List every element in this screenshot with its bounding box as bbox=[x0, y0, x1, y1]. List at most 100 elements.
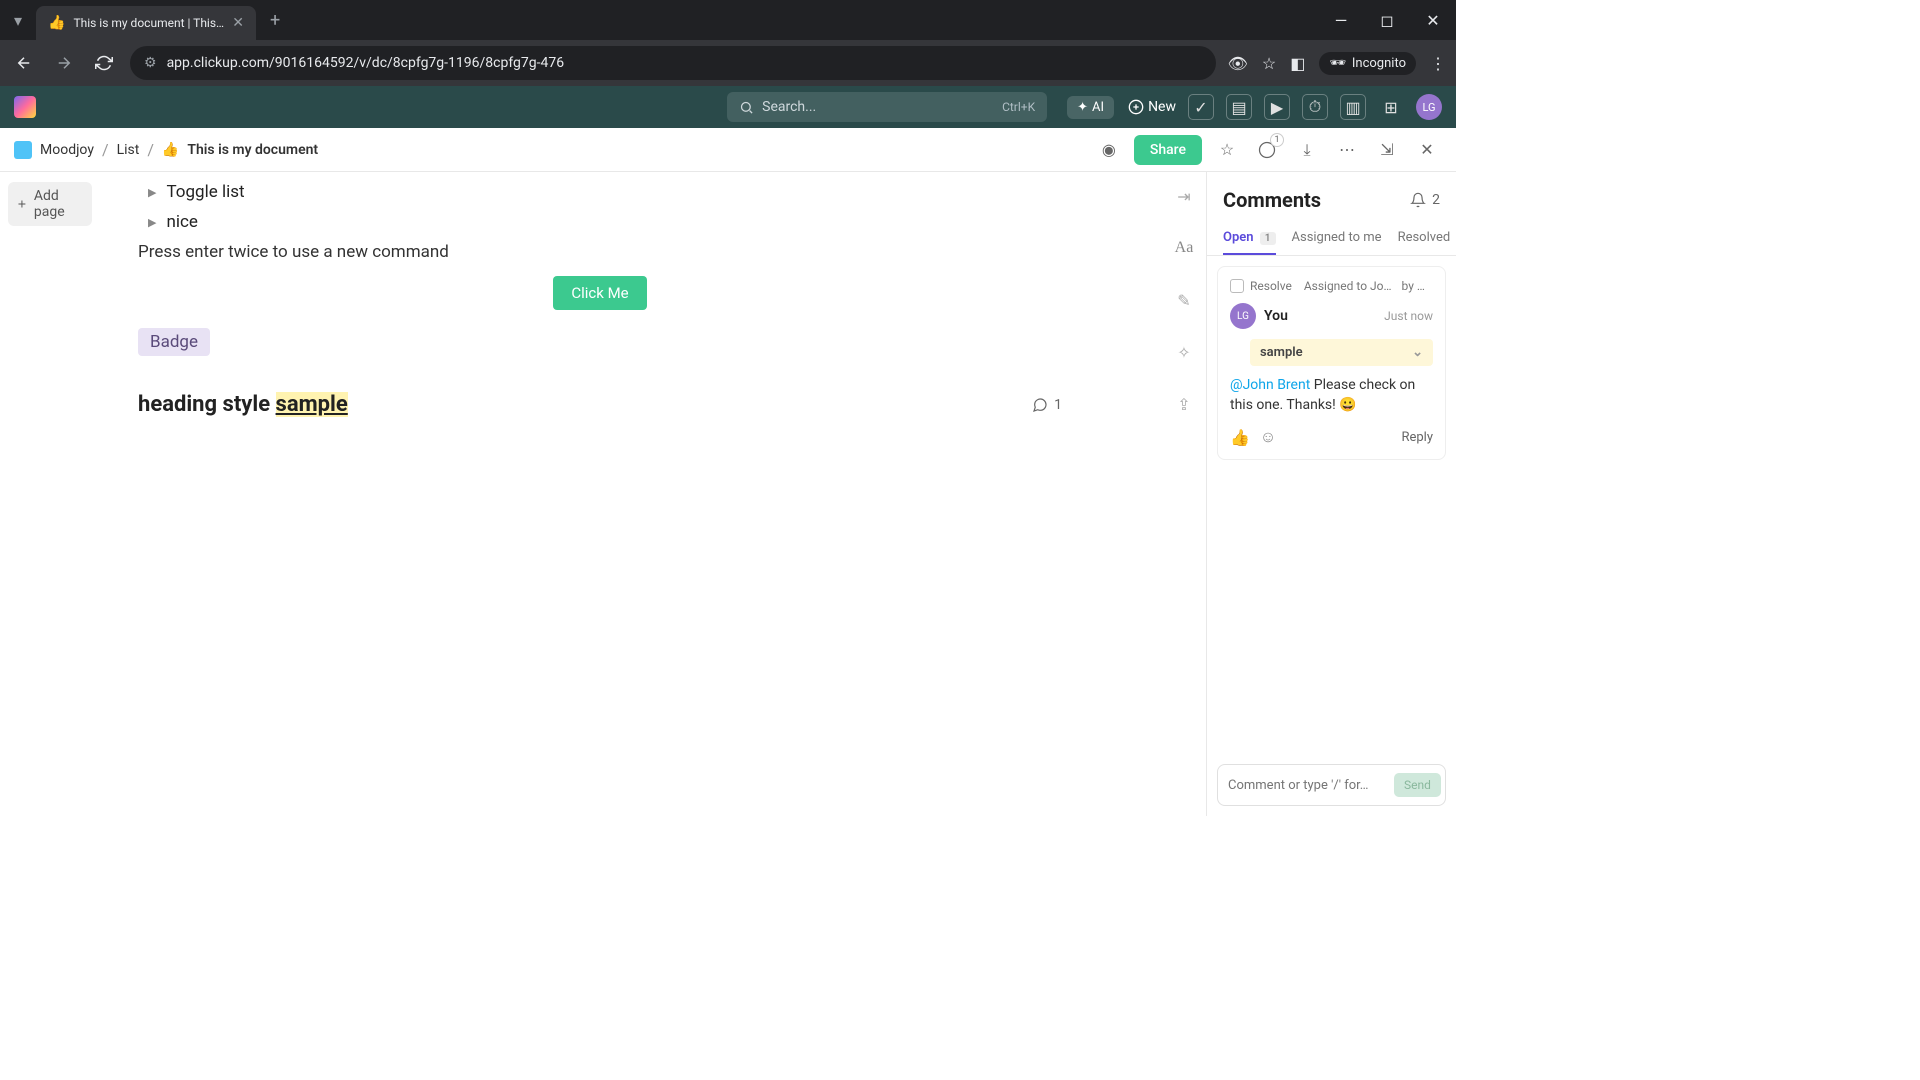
heading-row: heading style sample 1 bbox=[138, 392, 1062, 417]
nav-reload-button[interactable] bbox=[90, 49, 118, 77]
close-panel-icon[interactable]: ✕ bbox=[1412, 135, 1442, 165]
heading-prefix: heading style bbox=[138, 392, 276, 417]
toggle-arrow-icon[interactable]: ▶ bbox=[148, 186, 156, 199]
add-page-icon bbox=[16, 197, 28, 211]
comment-card: Resolve Assigned to Jo… by … LG You Just… bbox=[1217, 266, 1446, 460]
thumbs-up-icon[interactable]: 👍 bbox=[1230, 428, 1250, 447]
tab-close-icon[interactable]: ✕ bbox=[232, 15, 244, 31]
templates-icon[interactable]: ✧ bbox=[1170, 338, 1198, 366]
comment-bubble-icon bbox=[1032, 397, 1048, 413]
address-bar[interactable]: ⚙ app.clickup.com/9016164592/v/dc/8cpfg7… bbox=[130, 46, 1216, 80]
toggle-arrow-icon[interactable]: ▶ bbox=[148, 216, 156, 229]
window-minimize-button[interactable]: — bbox=[1318, 0, 1364, 40]
mention-link[interactable]: @John Brent bbox=[1230, 377, 1310, 393]
toggle-label: nice bbox=[166, 212, 197, 232]
breadcrumb-bar: Moodjoy / List / 👍 This is my document ◉… bbox=[0, 128, 1456, 172]
app-header: Search... Ctrl+K ✦ AI New ✓ ▤ ▶ ⏱ ▥ ⊞ LG bbox=[0, 86, 1456, 128]
check-circle-icon[interactable]: ✓ bbox=[1188, 94, 1214, 120]
collapse-icon[interactable]: ⇲ bbox=[1372, 135, 1402, 165]
comments-panel: Comments 2 Open 1 Assigned to me Resolve… bbox=[1206, 172, 1456, 816]
sparkle-icon: ✦ bbox=[1077, 100, 1088, 115]
workspace-icon[interactable] bbox=[14, 141, 32, 159]
assigned-to-text: Assigned to Jo… bbox=[1304, 279, 1392, 293]
toggle-list-item[interactable]: ▶ Toggle list bbox=[138, 182, 1062, 202]
new-tab-button[interactable]: + bbox=[256, 10, 294, 31]
inline-comment-indicator[interactable]: 1 bbox=[1032, 397, 1062, 413]
add-page-button[interactable]: Add page bbox=[8, 182, 92, 226]
breadcrumb-workspace[interactable]: Moodjoy bbox=[40, 142, 94, 158]
ai-button[interactable]: ✦ AI bbox=[1067, 96, 1114, 119]
comment-quote[interactable]: sample ⌄ bbox=[1250, 339, 1433, 366]
notepad-icon[interactable]: ▤ bbox=[1226, 94, 1252, 120]
comment-input-box[interactable]: Send bbox=[1217, 764, 1446, 806]
nav-forward-button[interactable] bbox=[50, 49, 78, 77]
breadcrumb-separator: / bbox=[147, 140, 154, 159]
comment-author-name: You bbox=[1264, 308, 1288, 324]
browser-tab[interactable]: 👍 This is my document | This is m ✕ bbox=[36, 6, 256, 40]
incognito-label: Incognito bbox=[1352, 56, 1406, 71]
global-search[interactable]: Search... Ctrl+K bbox=[727, 92, 1047, 122]
clickup-logo[interactable] bbox=[14, 96, 36, 118]
toggle-list-item[interactable]: ▶ nice bbox=[138, 212, 1062, 232]
user-avatar[interactable]: LG bbox=[1416, 94, 1442, 120]
tab-favicon-emoji: 👍 bbox=[48, 15, 65, 31]
video-icon[interactable]: ▶ bbox=[1264, 94, 1290, 120]
more-menu-icon[interactable]: ⋯ bbox=[1332, 135, 1362, 165]
browser-tab-strip: ▾ 👍 This is my document | This is m ✕ + … bbox=[0, 0, 1456, 40]
tab-resolved[interactable]: Resolved bbox=[1398, 222, 1451, 255]
side-panel-icon[interactable]: ◧ bbox=[1290, 54, 1305, 73]
bell-icon bbox=[1410, 192, 1426, 208]
share-button[interactable]: Share bbox=[1134, 135, 1202, 165]
tab-title: This is my document | This is m bbox=[73, 16, 226, 30]
apps-grid-icon[interactable]: ⊞ bbox=[1378, 94, 1404, 120]
incognito-indicator[interactable]: 🕶 Incognito bbox=[1319, 52, 1416, 75]
tab-list-dropdown[interactable]: ▾ bbox=[0, 2, 36, 38]
search-icon bbox=[739, 100, 754, 115]
send-button[interactable]: Send bbox=[1394, 773, 1441, 797]
chevron-down-icon[interactable]: ⌄ bbox=[1412, 345, 1423, 360]
timer-icon[interactable]: ⏱ bbox=[1302, 94, 1328, 120]
comments-notif-count: 2 bbox=[1432, 192, 1440, 208]
document-editor[interactable]: ▶ Toggle list ▶ nice Press enter twice t… bbox=[100, 172, 1162, 816]
browser-toolbar: ⚙ app.clickup.com/9016164592/v/dc/8cpfg7… bbox=[0, 40, 1456, 86]
comment-author-avatar[interactable]: LG bbox=[1230, 303, 1256, 329]
download-icon[interactable]: ⤓ bbox=[1292, 135, 1322, 165]
window-maximize-button[interactable]: ◻ bbox=[1364, 0, 1410, 40]
favorite-star-icon[interactable]: ☆ bbox=[1212, 135, 1242, 165]
comment-timestamp: Just now bbox=[1384, 309, 1433, 323]
badge-element[interactable]: Badge bbox=[138, 328, 210, 356]
resolve-checkbox[interactable] bbox=[1230, 279, 1244, 293]
by-text: by … bbox=[1402, 279, 1425, 293]
main-layout: Add page ▶ Toggle list ▶ nice Press ente… bbox=[0, 172, 1456, 816]
edit-wand-icon[interactable]: ✎ bbox=[1170, 286, 1198, 314]
tab-assigned-to-me[interactable]: Assigned to me bbox=[1292, 222, 1382, 255]
plus-circle-icon bbox=[1128, 99, 1144, 115]
browser-menu-icon[interactable]: ⋮ bbox=[1430, 54, 1446, 73]
click-me-button[interactable]: Click Me bbox=[553, 276, 646, 310]
emoji-react-icon[interactable]: ☺ bbox=[1260, 427, 1276, 447]
heading-text[interactable]: heading style sample bbox=[138, 392, 348, 417]
doc-emoji: 👍 bbox=[162, 142, 179, 158]
ai-label: AI bbox=[1092, 100, 1104, 115]
comment-notif-icon[interactable]: 1 bbox=[1252, 135, 1282, 165]
tab-open[interactable]: Open 1 bbox=[1223, 222, 1276, 255]
window-close-button[interactable]: ✕ bbox=[1410, 0, 1456, 40]
quote-text: sample bbox=[1260, 345, 1303, 360]
nav-back-button[interactable] bbox=[10, 49, 38, 77]
expand-rail-icon[interactable]: ⇥ bbox=[1170, 182, 1198, 210]
comments-notif-button[interactable]: 2 bbox=[1410, 192, 1440, 208]
doc-icon[interactable]: ▥ bbox=[1340, 94, 1366, 120]
bookmark-star-icon[interactable]: ☆ bbox=[1262, 54, 1276, 73]
site-settings-icon[interactable]: ⚙ bbox=[144, 55, 157, 71]
breadcrumb-separator: / bbox=[102, 140, 109, 159]
reply-button[interactable]: Reply bbox=[1401, 430, 1433, 445]
text-style-icon[interactable]: Aa bbox=[1170, 234, 1198, 262]
tags-icon[interactable]: ◉ bbox=[1094, 135, 1124, 165]
new-button[interactable]: New bbox=[1128, 99, 1176, 115]
export-icon[interactable]: ⇪ bbox=[1170, 390, 1198, 418]
breadcrumb-list[interactable]: List bbox=[117, 142, 140, 158]
url-text: app.clickup.com/9016164592/v/dc/8cpfg7g-… bbox=[167, 55, 565, 71]
resolve-label[interactable]: Resolve bbox=[1250, 279, 1292, 293]
comment-input-field[interactable] bbox=[1228, 778, 1394, 793]
tracking-icon[interactable]: 👁 bbox=[1228, 54, 1248, 73]
